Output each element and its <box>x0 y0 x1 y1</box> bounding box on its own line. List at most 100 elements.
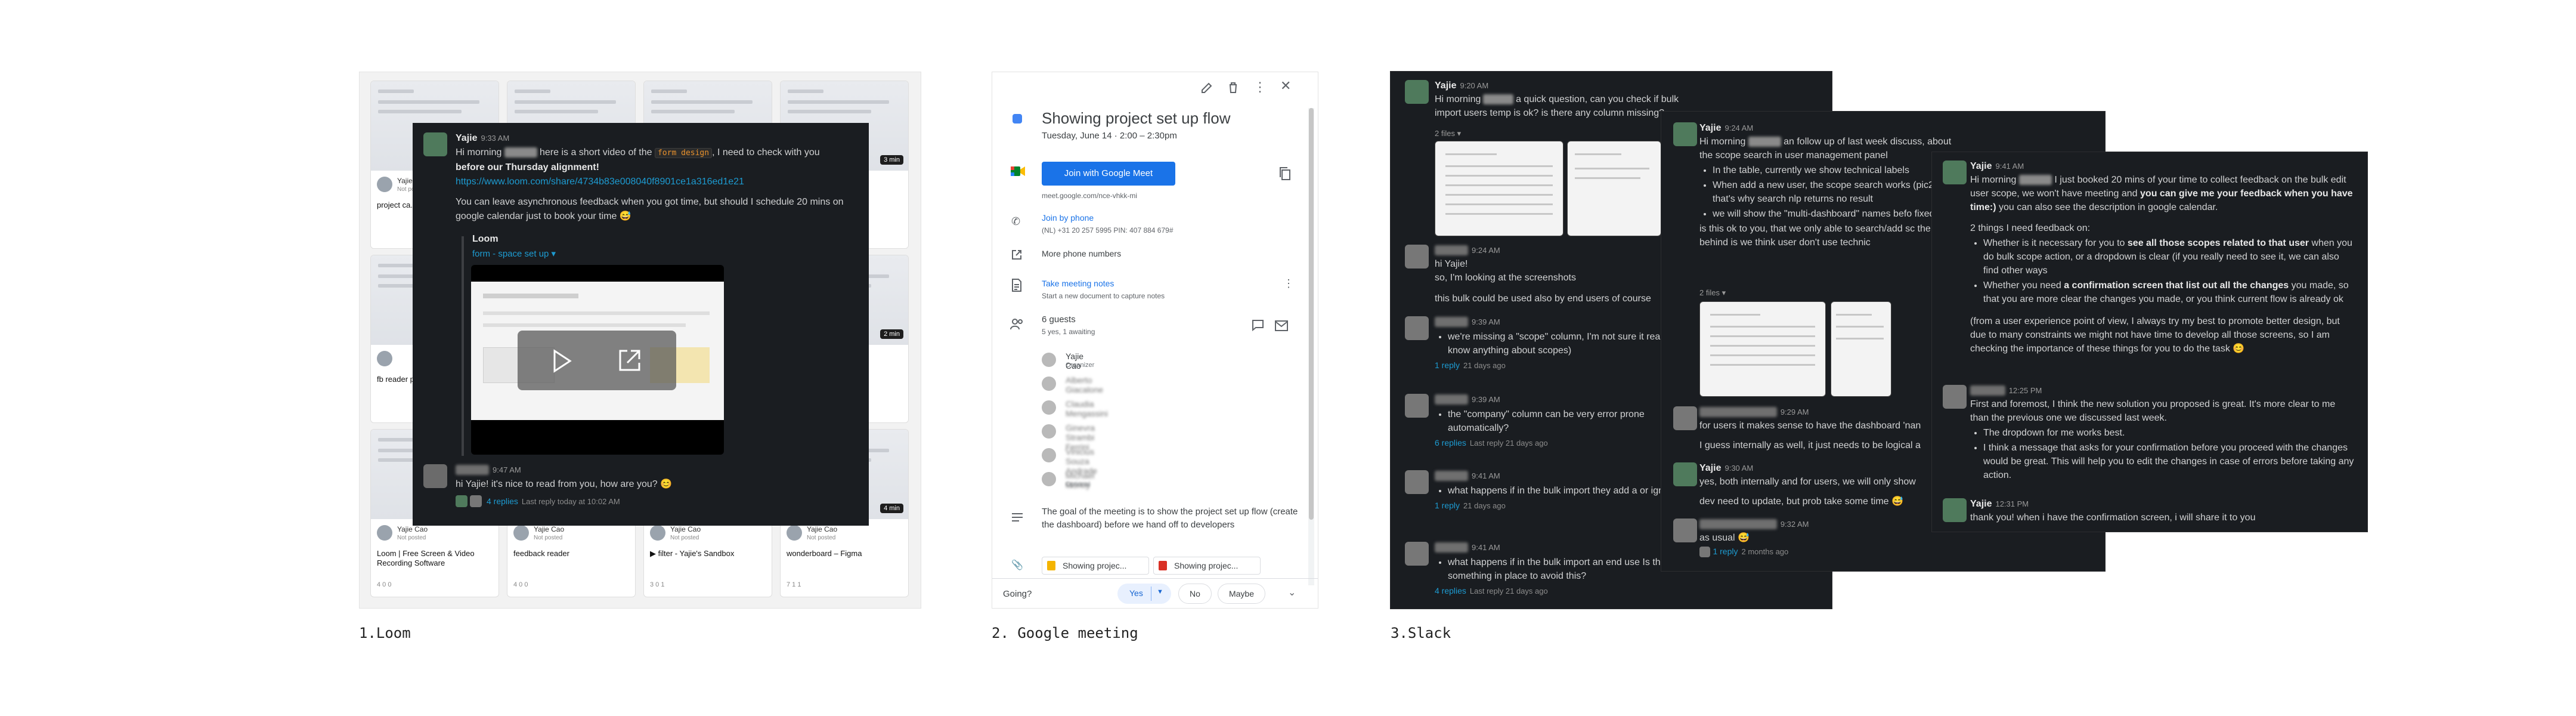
avatar <box>377 177 392 192</box>
video-thumbnail[interactable] <box>471 265 724 455</box>
caption-gmeet: 2. Google meeting <box>992 625 1138 641</box>
redacted-name: Alberto <box>504 147 537 158</box>
card-author: Yajie Cao <box>670 525 701 533</box>
avatar[interactable] <box>1673 122 1697 146</box>
rsvp-maybe-button[interactable]: Maybe <box>1218 584 1265 604</box>
card-meta: Not posted <box>670 535 699 541</box>
thread-replies-link[interactable]: 1 reply <box>1435 501 1460 510</box>
card-title[interactable]: feedback reader <box>513 549 630 558</box>
event-date: Tuesday, June 14 · 2:00 – 2:30pm <box>1042 131 1177 141</box>
avatar <box>1042 400 1056 415</box>
card-meta: Not posted <box>534 535 563 541</box>
avatar[interactable] <box>1405 394 1429 418</box>
avatar <box>1042 353 1056 367</box>
thread-replies-link[interactable]: 4 replies <box>1435 586 1466 595</box>
file-thumbnail[interactable] <box>1699 301 1826 397</box>
avatar[interactable] <box>1405 542 1429 566</box>
emoji-icon: 😅 <box>1891 496 1903 507</box>
thread-replies-link[interactable]: 6 replies <box>1435 438 1466 448</box>
avatar <box>1699 546 1710 557</box>
rsvp-yes-button[interactable]: Yes ▼ <box>1117 584 1171 604</box>
emoji-icon: 😅 <box>619 211 631 221</box>
email-icon[interactable] <box>1275 320 1288 331</box>
card-title[interactable]: Loom | Free Screen & Video Recording Sof… <box>377 549 493 568</box>
phone-icon: ✆ <box>1011 215 1021 227</box>
avatar[interactable] <box>1405 316 1429 340</box>
attachment-chip[interactable]: Showing projec... <box>1042 557 1149 575</box>
play-icon[interactable] <box>547 347 575 375</box>
message-time[interactable]: 9:33 AM <box>481 134 509 143</box>
avatar[interactable] <box>1943 385 1967 409</box>
reply-message: Alberto9:47 AM hi Yajie! it's nice to re… <box>456 465 673 507</box>
avatar <box>650 525 665 541</box>
avatar[interactable] <box>1405 245 1429 268</box>
avatar <box>456 495 467 507</box>
card-author: Yajie Cao <box>807 525 838 533</box>
phone-number: (NL) +31 20 257 5995 PIN: 407 884 679# <box>1042 226 1174 234</box>
expand-icon[interactable]: ⌄ <box>1288 587 1296 598</box>
caption-loom: 1.Loom <box>359 625 411 641</box>
scrollbar[interactable] <box>1308 108 1314 585</box>
caption-slack: 3.Slack <box>1391 625 1451 641</box>
avatar[interactable] <box>423 132 447 156</box>
event-title: Showing project set up flow <box>1042 109 1231 127</box>
thread-replies-link[interactable]: 1 reply <box>1713 547 1738 556</box>
emoji-icon: 😊 <box>2233 344 2245 354</box>
copy-icon[interactable] <box>1278 166 1292 181</box>
delete-icon[interactable] <box>1226 81 1240 95</box>
guest-name: Alberto Giacalone <box>1066 375 1104 394</box>
join-by-phone-link[interactable]: Join by phone <box>1042 213 1094 223</box>
message: Yajie9:24 AM Hi morning Vinicius an foll… <box>1699 121 1964 249</box>
pdf-icon <box>1159 561 1167 570</box>
more-vert-icon[interactable]: ⋮ <box>1253 79 1267 95</box>
thread-replies-link[interactable]: 4 replies <box>487 496 518 506</box>
more-phone-numbers-link[interactable]: More phone numbers <box>1042 249 1121 258</box>
close-icon[interactable]: ✕ <box>1280 78 1291 94</box>
message: Vinicius Andrade9:32 AM as usual 😅 1 rep… <box>1699 519 1809 557</box>
avatar[interactable] <box>1673 519 1697 542</box>
guest-role: Optional <box>1066 481 1090 488</box>
card-title[interactable]: ▶ filter - Yajie's Sandbox <box>650 549 766 558</box>
file-thumbnail[interactable] <box>1435 141 1563 236</box>
avatar[interactable] <box>1405 80 1429 104</box>
message: Yajie 12:31 PM thank you! when i have the… <box>1970 499 2256 523</box>
avatar <box>1042 448 1056 462</box>
more-vert-icon[interactable]: ⋮ <box>1283 277 1294 290</box>
chat-icon[interactable] <box>1251 319 1264 331</box>
message: Michael12:25 PM First and foremost, I th… <box>1970 384 2355 483</box>
files-toggle[interactable]: 2 files ▾ <box>1699 288 1726 298</box>
avatar[interactable] <box>1405 470 1429 494</box>
thread-replies-link[interactable]: 1 reply <box>1435 360 1460 370</box>
avatar <box>377 525 392 541</box>
message: Alberto9:39 AM we're missing a "scope" c… <box>1435 315 1697 372</box>
attachment-chip[interactable]: Showing projec... <box>1153 557 1261 575</box>
files-toggle[interactable]: 2 files ▾ <box>1435 129 1461 138</box>
rsvp-no-button[interactable]: No <box>1178 584 1212 604</box>
edit-icon[interactable] <box>1200 81 1214 95</box>
join-meet-button[interactable]: Join with Google Meet <box>1042 162 1175 186</box>
loom-message: Yajie9:33 AM Hi morning Alberto here is … <box>456 133 844 221</box>
guests-summary: 5 yes, 1 awaiting <box>1042 328 1095 336</box>
file-thumbnail[interactable] <box>1567 141 1661 236</box>
avatar[interactable] <box>1673 462 1697 486</box>
card-title[interactable]: wonderboard – Figma <box>787 549 903 558</box>
google-calendar-event: ⋮ ✕ Showing project set up flow Tuesday,… <box>992 72 1318 609</box>
avatar <box>1042 376 1056 391</box>
message: Alberto9:41 AM what happens if in the bu… <box>1435 469 1697 513</box>
meet-url[interactable]: meet.google.com/nce-vhkk-mi <box>1042 192 1137 200</box>
card-author: Yajie Cao <box>397 525 428 533</box>
avatar[interactable] <box>1943 498 1967 522</box>
loom-link[interactable]: https://www.loom.com/share/4734b83e00804… <box>456 177 744 187</box>
embed-subtitle[interactable]: form - space set up ▾ <box>472 248 556 259</box>
sender-name[interactable]: Yajie <box>456 133 477 143</box>
guests-count: 6 guests <box>1042 314 1076 325</box>
file-thumbnail[interactable] <box>1831 301 1891 397</box>
avatar[interactable] <box>1943 161 1967 184</box>
chevron-down-icon[interactable]: ▼ <box>1157 588 1163 595</box>
google-meet-icon <box>1011 166 1025 176</box>
external-link-icon[interactable] <box>615 346 644 375</box>
avatar[interactable] <box>423 464 447 488</box>
avatar[interactable] <box>1673 406 1697 430</box>
take-notes-link[interactable]: Take meeting notes <box>1042 279 1114 288</box>
emoji-icon: 😅 <box>1738 533 1750 543</box>
